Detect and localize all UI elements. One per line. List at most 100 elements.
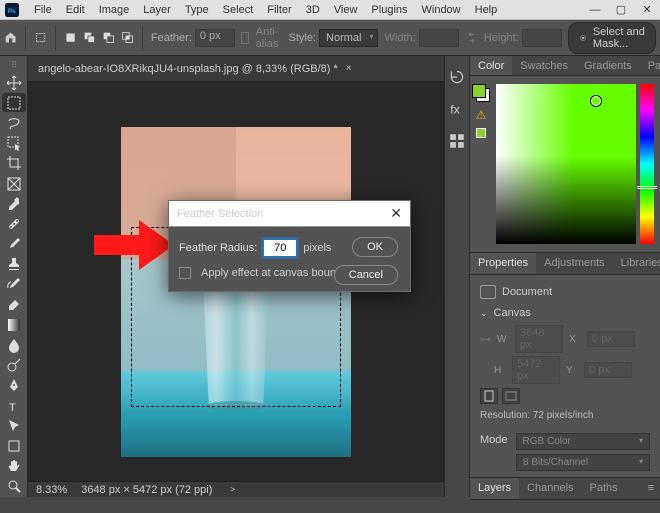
foreground-background-swatch[interactable] <box>472 84 490 102</box>
add-swatch-icon[interactable] <box>476 128 486 138</box>
dialog-titlebar[interactable]: Feather Selection ✕ <box>169 201 410 227</box>
menu-view[interactable]: View <box>328 1 364 19</box>
object-select-tool[interactable] <box>2 134 26 153</box>
select-and-mask-button[interactable]: Select and Mask... <box>568 22 656 54</box>
tab-libraries[interactable]: Libraries <box>613 253 660 274</box>
menu-plugins[interactable]: Plugins <box>365 1 413 19</box>
path-select-tool[interactable] <box>2 416 26 435</box>
gradient-tool[interactable] <box>2 315 26 334</box>
styles-panel-icon[interactable]: fx <box>448 100 466 118</box>
properties-doc-label: Document <box>502 286 552 298</box>
tab-gradients[interactable]: Gradients <box>576 56 640 75</box>
menu-layer[interactable]: Layer <box>137 1 177 19</box>
history-brush-tool[interactable] <box>2 275 26 294</box>
canvas-section-toggle[interactable]: ⌄Canvas <box>480 307 650 319</box>
canvas-w-input[interactable]: 3648 px <box>515 325 563 353</box>
stamp-tool[interactable] <box>2 255 26 274</box>
feather-label: Feather: <box>151 32 192 44</box>
status-more-icon[interactable]: > <box>230 485 235 494</box>
tab-channels[interactable]: Channels <box>519 478 581 499</box>
menu-help[interactable]: Help <box>469 1 504 19</box>
marquee-tool[interactable] <box>2 93 26 112</box>
canvas-x-input[interactable]: 0 px <box>587 331 635 347</box>
tab-layers[interactable]: Layers <box>470 478 519 499</box>
resolution-label: Resolution: 72 pixels/inch <box>480 410 650 421</box>
style-dropdown[interactable]: Normal <box>319 29 378 47</box>
status-info[interactable]: 3648 px × 5472 px (72 ppi) <box>81 484 212 496</box>
annotation-arrow <box>94 220 174 273</box>
menu-select[interactable]: Select <box>217 1 260 19</box>
apply-bounds-checkbox[interactable] <box>179 267 191 279</box>
crop-tool[interactable] <box>2 154 26 173</box>
canvas-y-input[interactable]: 0 px <box>584 362 632 378</box>
link-wh-icon[interactable]: ⊶ <box>480 333 491 346</box>
gamut-warning-icon[interactable]: ⚠ <box>476 108 487 122</box>
menu-edit[interactable]: Edit <box>60 1 91 19</box>
menu-image[interactable]: Image <box>93 1 136 19</box>
subtract-selection-icon[interactable] <box>102 27 115 49</box>
tab-swatches[interactable]: Swatches <box>512 56 576 75</box>
new-selection-icon[interactable] <box>64 27 77 49</box>
canvas[interactable]: Feather Selection ✕ Feather Radius: pixe… <box>28 82 444 481</box>
mask-icon <box>579 31 587 45</box>
antialias-checkbox[interactable] <box>241 32 249 44</box>
menu-file[interactable]: File <box>28 1 58 19</box>
ok-button[interactable]: OK <box>352 237 398 257</box>
intersect-selection-icon[interactable] <box>121 27 134 49</box>
type-tool[interactable]: T <box>2 396 26 415</box>
shape-tool[interactable] <box>2 436 26 455</box>
healing-tool[interactable] <box>2 214 26 233</box>
brush-tool[interactable] <box>2 235 26 254</box>
menu-type[interactable]: Type <box>179 1 215 19</box>
move-tool[interactable] <box>2 73 26 92</box>
close-button[interactable]: ✕ <box>634 0 660 20</box>
menu-window[interactable]: Window <box>416 1 467 19</box>
frame-tool[interactable] <box>2 174 26 193</box>
maximize-button[interactable]: ▢ <box>608 0 634 20</box>
tools-grip[interactable]: ⠿ <box>11 60 17 71</box>
tab-color[interactable]: Color <box>470 56 512 75</box>
apply-bounds-label: Apply effect at canvas bounds <box>201 267 348 279</box>
color-field[interactable] <box>496 84 636 244</box>
menu-3d[interactable]: 3D <box>300 1 326 19</box>
lasso-tool[interactable] <box>2 113 26 132</box>
zoom-tool[interactable] <box>2 477 26 496</box>
title-bar: Ps File Edit Image Layer Type Select Fil… <box>0 0 660 20</box>
dialog-close-icon[interactable]: ✕ <box>390 205 402 222</box>
tab-adjustments[interactable]: Adjustments <box>536 253 613 274</box>
blur-tool[interactable] <box>2 335 26 354</box>
mode-label: Mode <box>480 434 508 446</box>
document-tab-close[interactable]: × <box>346 63 352 74</box>
swap-dimensions-icon <box>465 27 478 49</box>
layers-panel-menu-icon[interactable]: ≡ <box>642 478 660 499</box>
orientation-landscape-icon[interactable] <box>502 388 520 404</box>
tab-patterns[interactable]: Patterns <box>640 56 660 75</box>
tool-preset-icon[interactable] <box>34 27 47 49</box>
home-icon[interactable] <box>4 27 17 49</box>
feather-input[interactable]: 0 px <box>195 29 235 47</box>
minimize-button[interactable]: — <box>582 0 608 20</box>
hue-slider[interactable] <box>640 84 654 244</box>
history-panel-icon[interactable] <box>448 68 466 86</box>
eraser-tool[interactable] <box>2 295 26 314</box>
cancel-button[interactable]: Cancel <box>334 265 398 285</box>
info-panel-icon[interactable] <box>448 132 466 150</box>
pen-tool[interactable] <box>2 376 26 395</box>
orientation-portrait-icon[interactable] <box>480 388 498 404</box>
menu-filter[interactable]: Filter <box>261 1 297 19</box>
eyedropper-tool[interactable] <box>2 194 26 213</box>
hand-tool[interactable] <box>2 457 26 476</box>
canvas-h-input[interactable]: 5472 px <box>512 356 560 384</box>
depth-dropdown[interactable]: 8 Bits/Channel <box>516 454 650 471</box>
status-zoom[interactable]: 8.33% <box>36 484 67 496</box>
color-panel-tabs: Color Swatches Gradients Patterns ≡ <box>470 56 660 76</box>
tab-paths[interactable]: Paths <box>582 478 626 499</box>
mode-dropdown[interactable]: RGB Color <box>516 433 650 450</box>
document-tab[interactable]: angelo-abear-IO8XRikqJU4-unsplash.jpg @ … <box>28 56 444 82</box>
dodge-tool[interactable] <box>2 356 26 375</box>
right-panels: Color Swatches Gradients Patterns ≡ ⚠ Pr… <box>470 56 660 497</box>
add-selection-icon[interactable] <box>83 27 96 49</box>
main-area: ⠿ T angelo-abear-IO8XRikqJU4-unsplash.jp… <box>0 56 660 497</box>
tab-properties[interactable]: Properties <box>470 253 536 274</box>
feather-radius-input[interactable] <box>263 239 297 257</box>
